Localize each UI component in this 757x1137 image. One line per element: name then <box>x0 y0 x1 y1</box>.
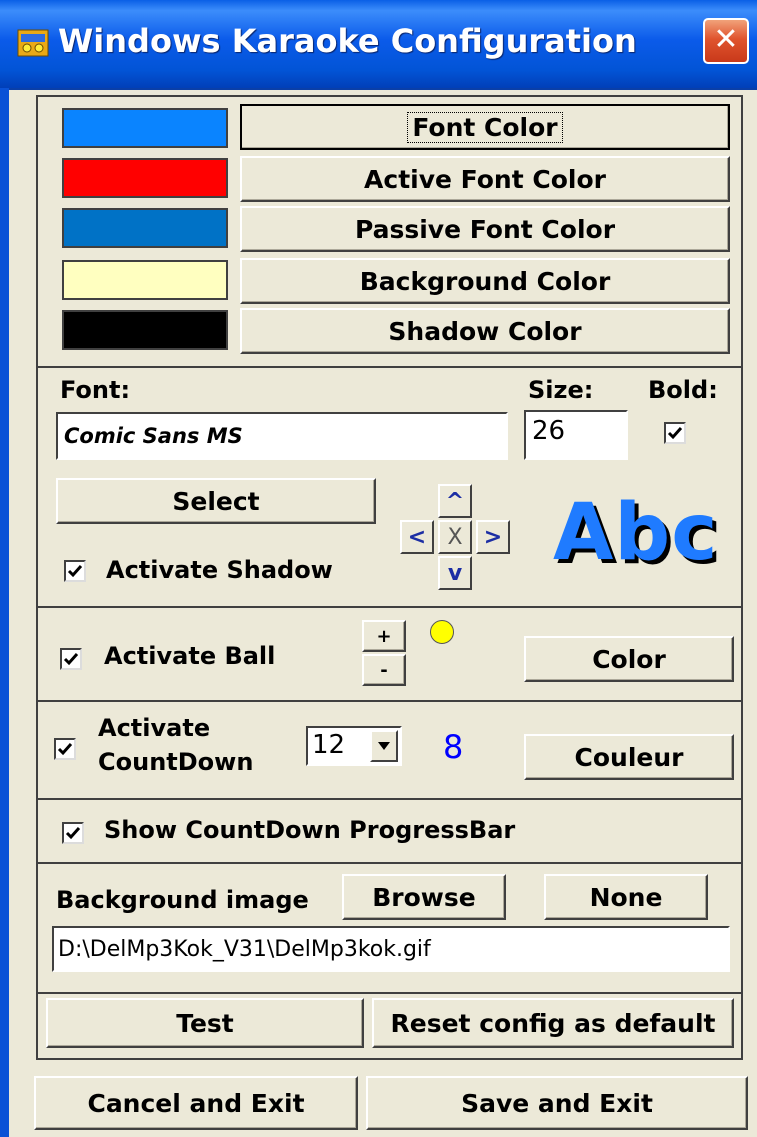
activate-ball-checkbox[interactable] <box>60 648 82 670</box>
active-font-color-button[interactable]: Active Font Color <box>240 156 730 202</box>
font-label: Font: <box>60 376 131 404</box>
browse-button[interactable]: Browse <box>342 874 506 920</box>
separator <box>38 700 741 702</box>
shadow-color-button[interactable]: Shadow Color <box>240 308 730 354</box>
select-font-button[interactable]: Select <box>56 478 376 524</box>
font-color-button[interactable]: Font Color <box>240 104 730 150</box>
close-button[interactable]: ✕ <box>703 18 749 64</box>
checkmark-icon <box>65 827 81 840</box>
checkmark-icon <box>667 427 683 440</box>
dropdown-arrow-icon[interactable] <box>370 730 398 762</box>
bold-checkbox[interactable] <box>664 422 686 444</box>
countdown-seconds-select[interactable]: 12 <box>306 726 402 766</box>
size-label: Size: <box>528 376 594 404</box>
shadow-reset-button[interactable]: X <box>438 520 472 554</box>
ball-size-plus-button[interactable]: + <box>362 620 406 652</box>
checkmark-icon <box>67 565 83 578</box>
close-icon: ✕ <box>713 22 739 57</box>
window-title: Windows Karaoke Configuration <box>58 22 637 60</box>
font-color-label: Font Color <box>407 111 563 143</box>
cancel-and-exit-button[interactable]: Cancel and Exit <box>34 1076 358 1130</box>
background-image-label: Background image <box>56 886 309 914</box>
passive-font-color-swatch <box>62 208 228 248</box>
activate-ball-label: Activate Ball <box>104 642 276 670</box>
countdown-seconds-value: 12 <box>312 730 346 760</box>
font-color-swatch <box>62 108 228 148</box>
activate-countdown-checkbox[interactable] <box>54 738 76 760</box>
font-preview: Abc <box>553 488 719 578</box>
font-size-field[interactable]: 26 <box>524 410 628 460</box>
background-image-path: D:\DelMp3Kok_V31\DelMp3kok.gif <box>58 936 431 962</box>
activate-countdown-label-line2: CountDown <box>98 748 254 776</box>
chevron-right-icon: > <box>483 524 503 550</box>
ball-size-minus-button[interactable]: - <box>362 654 406 686</box>
chevron-up-icon: ^ <box>445 488 465 514</box>
passive-font-color-button[interactable]: Passive Font Color <box>240 206 730 252</box>
reset-config-button[interactable]: Reset config as default <box>372 998 734 1048</box>
separator <box>38 862 741 864</box>
window-frame-left <box>0 88 9 1137</box>
active-font-color-swatch <box>62 158 228 198</box>
activate-shadow-label: Activate Shadow <box>106 556 333 584</box>
background-color-swatch <box>62 260 228 300</box>
background-color-button[interactable]: Background Color <box>240 258 730 304</box>
reset-x-icon: X <box>447 524 463 550</box>
separator <box>38 366 741 368</box>
shadow-up-button[interactable]: ^ <box>438 484 472 518</box>
activate-countdown-label-line1: Activate <box>98 714 211 742</box>
show-progressbar-label: Show CountDown ProgressBar <box>104 816 516 844</box>
countdown-couleur-button[interactable]: Couleur <box>524 734 734 780</box>
test-button[interactable]: Test <box>46 998 364 1048</box>
none-button[interactable]: None <box>544 874 708 920</box>
separator <box>38 606 741 608</box>
shadow-right-button[interactable]: > <box>476 520 510 554</box>
checkmark-icon <box>57 743 73 756</box>
countdown-value: 8 <box>443 728 464 766</box>
chevron-down-icon: v <box>447 560 463 586</box>
karaoke-app-icon <box>17 29 49 57</box>
background-image-path-field[interactable]: D:\DelMp3Kok_V31\DelMp3kok.gif <box>52 926 730 972</box>
font-name-field[interactable]: Comic Sans MS <box>56 412 508 460</box>
separator <box>38 992 741 994</box>
shadow-left-button[interactable]: < <box>400 520 434 554</box>
shadow-down-button[interactable]: v <box>438 556 472 590</box>
shadow-color-swatch <box>62 310 228 350</box>
checkmark-icon <box>63 653 79 666</box>
ball-color-button[interactable]: Color <box>524 636 734 682</box>
font-size-value: 26 <box>532 416 566 446</box>
title-bar[interactable]: Windows Karaoke Configuration ✕ <box>0 0 757 90</box>
chevron-left-icon: < <box>407 524 427 550</box>
font-name-value: Comic Sans MS <box>64 424 243 448</box>
activate-shadow-checkbox[interactable] <box>64 560 86 582</box>
separator <box>38 798 741 800</box>
show-progressbar-checkbox[interactable] <box>62 822 84 844</box>
ball-preview <box>430 620 454 644</box>
bold-label: Bold: <box>648 376 718 404</box>
save-and-exit-button[interactable]: Save and Exit <box>366 1076 748 1130</box>
